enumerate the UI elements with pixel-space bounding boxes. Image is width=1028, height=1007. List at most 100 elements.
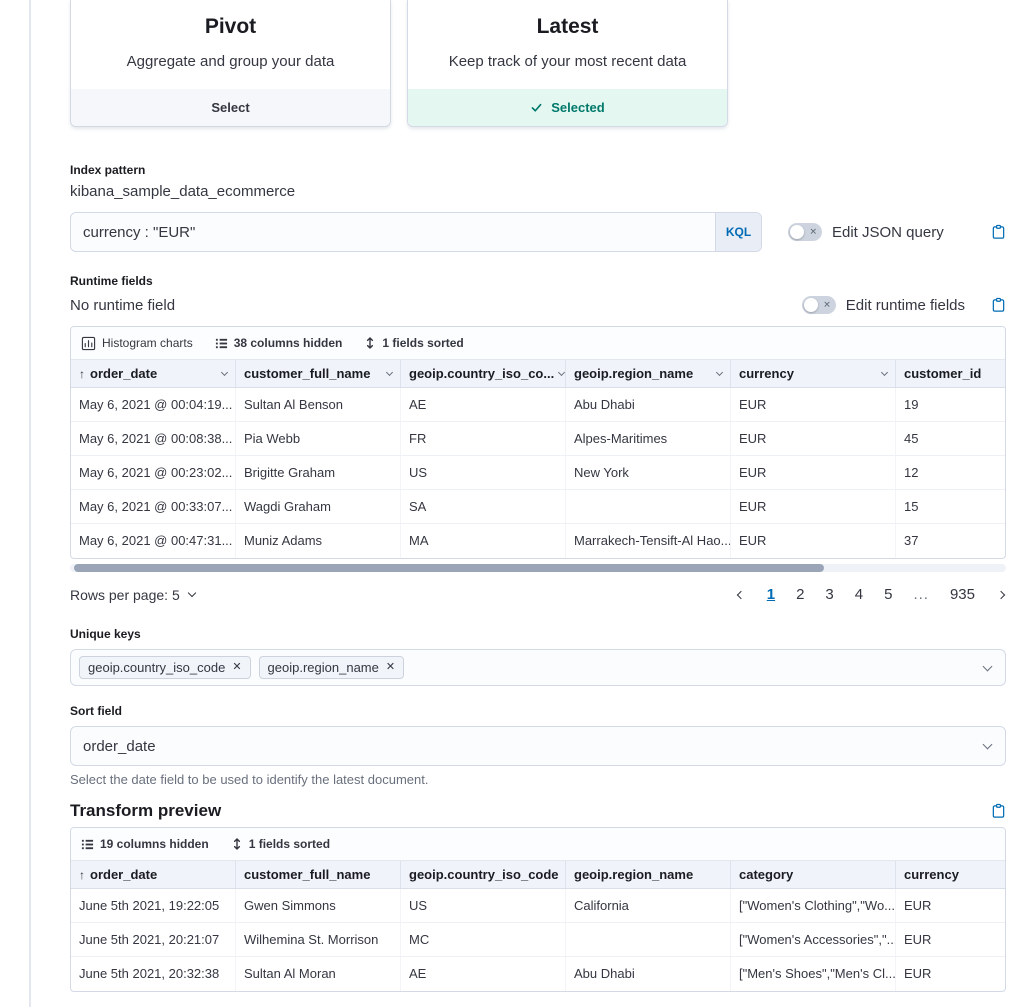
clipboard-icon xyxy=(991,803,1006,819)
unique-keys-combobox[interactable]: geoip.country_iso_code ✕ geoip.region_na… xyxy=(70,649,1006,686)
scrollbar-thumb[interactable] xyxy=(74,564,824,572)
edit-runtime-toggle[interactable]: ✕ xyxy=(802,296,836,314)
edit-json-label[interactable]: Edit JSON query xyxy=(832,224,944,241)
column-header-geoip-region-name[interactable]: geoip.region_name xyxy=(566,861,731,888)
latest-card[interactable]: Latest Keep track of your most recent da… xyxy=(407,0,728,127)
columns-hidden-button[interactable]: 38 columns hidden xyxy=(215,336,343,350)
cell-customer-full-name: Pia Webb xyxy=(236,422,401,455)
column-header-currency[interactable]: currency xyxy=(731,360,896,387)
cell-country-iso: FR xyxy=(401,422,566,455)
transform-wizard-panel: Pivot Aggregate and group your data Sele… xyxy=(70,0,1006,992)
page-button-1[interactable]: 1 xyxy=(767,586,775,603)
chevron-down-icon[interactable] xyxy=(983,661,993,671)
cell-customer-id: 37 xyxy=(896,524,1006,558)
chevron-down-icon[interactable] xyxy=(881,368,888,375)
column-header-geoip-country-iso-code[interactable]: geoip.country_iso_co... xyxy=(401,360,566,387)
copy-preview-button[interactable] xyxy=(991,803,1006,819)
table-row[interactable]: June 5th 2021, 19:22:05 Gwen Simmons US … xyxy=(71,889,1005,923)
sort-fields-icon xyxy=(231,837,243,851)
table-row[interactable]: May 6, 2021 @ 00:04:19... Sultan Al Bens… xyxy=(71,388,1005,422)
edit-runtime-toggle-group: ✕ Edit runtime fields xyxy=(802,296,965,314)
cell-currency: EUR xyxy=(731,456,896,489)
page-button-2[interactable]: 2 xyxy=(796,586,804,603)
table-row[interactable]: May 6, 2021 @ 00:08:38... Pia Webb FR Al… xyxy=(71,422,1005,456)
page-button-last[interactable]: 935 xyxy=(950,586,975,603)
cell-region-name xyxy=(566,490,731,523)
table-row[interactable]: May 6, 2021 @ 00:47:31... Muniz Adams MA… xyxy=(71,524,1005,558)
cell-region-name: New York xyxy=(566,456,731,489)
pivot-select-button[interactable]: Select xyxy=(71,89,390,126)
kql-query-input[interactable] xyxy=(71,213,715,251)
unique-key-pill[interactable]: geoip.region_name ✕ xyxy=(259,656,405,679)
cell-category: ["Women's Clothing","Wo... xyxy=(731,889,896,922)
transform-type-cards: Pivot Aggregate and group your data Sele… xyxy=(70,0,1006,127)
columns-hidden-label: 38 columns hidden xyxy=(234,336,343,350)
cell-currency: EUR xyxy=(896,889,1006,922)
source-grid-header-row: ↑ order_date customer_full_name geoip.co… xyxy=(71,360,1005,388)
cell-currency: EUR xyxy=(731,422,896,455)
query-language-button[interactable]: KQL xyxy=(715,213,761,251)
column-header-customer-full-name[interactable]: customer_full_name xyxy=(236,360,401,387)
column-header-label: currency xyxy=(739,366,794,381)
edit-runtime-label[interactable]: Edit runtime fields xyxy=(846,297,965,314)
cell-customer-full-name: Wagdi Graham xyxy=(236,490,401,523)
sort-field-value: order_date xyxy=(83,738,156,755)
remove-pill-icon[interactable]: ✕ xyxy=(232,662,241,673)
cell-region-name xyxy=(566,923,731,956)
column-header-order-date[interactable]: ↑ order_date xyxy=(71,360,236,387)
fields-sorted-label: 1 fields sorted xyxy=(382,336,463,350)
column-header-geoip-region-name[interactable]: geoip.region_name xyxy=(566,360,731,387)
sort-field-select[interactable]: order_date xyxy=(70,726,1006,766)
pill-label: geoip.country_iso_code xyxy=(88,660,225,675)
column-header-order-date[interactable]: ↑ order_date xyxy=(71,861,236,888)
copy-query-button[interactable] xyxy=(991,224,1006,240)
column-header-customer-full-name[interactable]: customer_full_name xyxy=(236,861,401,888)
page-button-3[interactable]: 3 xyxy=(825,586,833,603)
column-header-label: order_date xyxy=(90,867,157,882)
table-row[interactable]: June 5th 2021, 20:32:38 Sultan Al Moran … xyxy=(71,957,1005,991)
column-header-category[interactable]: category xyxy=(731,861,896,888)
cell-order-date: May 6, 2021 @ 00:23:02... xyxy=(71,456,236,489)
page-button-5[interactable]: 5 xyxy=(884,586,892,603)
cell-order-date: June 5th 2021, 19:22:05 xyxy=(71,889,236,922)
chevron-down-icon[interactable] xyxy=(386,368,393,375)
fields-sorted-button[interactable]: 1 fields sorted xyxy=(231,837,330,851)
copy-runtime-button[interactable] xyxy=(991,297,1006,313)
chevron-down-icon xyxy=(983,740,993,750)
cell-customer-full-name: Brigitte Graham xyxy=(236,456,401,489)
page-button-4[interactable]: 4 xyxy=(855,586,863,603)
chevron-down-icon[interactable] xyxy=(558,368,565,375)
column-header-label: geoip.country_iso_code xyxy=(409,867,559,882)
fields-sorted-label: 1 fields sorted xyxy=(249,837,330,851)
column-header-geoip-country-iso-code[interactable]: geoip.country_iso_code xyxy=(401,861,566,888)
cell-country-iso: US xyxy=(401,889,566,922)
column-header-label: geoip.region_name xyxy=(574,366,693,381)
column-header-label: currency xyxy=(904,867,959,882)
source-data-grid: Histogram charts 38 columns hidden 1 fie… xyxy=(70,326,1006,559)
chevron-down-icon[interactable] xyxy=(221,368,228,375)
hidden-columns-icon xyxy=(81,838,94,851)
remove-pill-icon[interactable]: ✕ xyxy=(386,662,395,673)
next-page-button[interactable] xyxy=(996,590,1006,600)
cell-country-iso: AE xyxy=(401,388,566,421)
column-header-customer-id[interactable]: customer_id xyxy=(896,360,1006,387)
pivot-card[interactable]: Pivot Aggregate and group your data Sele… xyxy=(70,0,391,127)
table-row[interactable]: June 5th 2021, 20:21:07 Wilhemina St. Mo… xyxy=(71,923,1005,957)
unique-key-pill[interactable]: geoip.country_iso_code ✕ xyxy=(79,656,251,679)
columns-hidden-button[interactable]: 19 columns hidden xyxy=(81,837,209,851)
index-pattern-value: kibana_sample_data_ecommerce xyxy=(70,183,1006,200)
previous-page-button[interactable] xyxy=(736,590,746,600)
latest-selected-button[interactable]: Selected xyxy=(408,89,727,126)
column-header-currency[interactable]: currency xyxy=(896,861,1006,888)
table-row[interactable]: May 6, 2021 @ 00:33:07... Wagdi Graham S… xyxy=(71,490,1005,524)
column-header-label: customer_id xyxy=(904,366,981,381)
rows-per-page-button[interactable]: Rows per page: 5 xyxy=(70,587,195,603)
cell-order-date: May 6, 2021 @ 00:47:31... xyxy=(71,524,236,558)
cell-country-iso: MA xyxy=(401,524,566,558)
histogram-charts-button[interactable]: Histogram charts xyxy=(81,336,193,351)
table-row[interactable]: May 6, 2021 @ 00:23:02... Brigitte Graha… xyxy=(71,456,1005,490)
chevron-down-icon[interactable] xyxy=(716,368,723,375)
column-header-label: geoip.country_iso_co... xyxy=(409,366,554,381)
edit-json-toggle[interactable]: ✕ xyxy=(788,223,822,241)
fields-sorted-button[interactable]: 1 fields sorted xyxy=(364,336,463,350)
